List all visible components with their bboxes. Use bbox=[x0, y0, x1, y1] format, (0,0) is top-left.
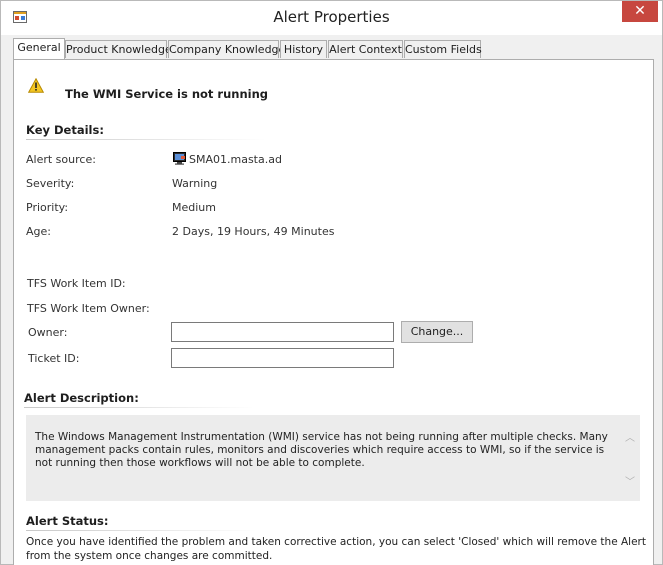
age-value: 2 Days, 19 Hours, 49 Minutes bbox=[172, 225, 335, 238]
severity-value: Warning bbox=[172, 177, 218, 190]
warning-icon bbox=[28, 78, 44, 93]
scroll-down-icon[interactable]: ﹀ bbox=[624, 473, 636, 488]
alert-status-text: Once you have identified the problem and… bbox=[26, 536, 646, 562]
age-label: Age: bbox=[26, 225, 51, 238]
tab-product-knowledge[interactable]: Product Knowledge bbox=[65, 40, 172, 58]
key-details-heading: Key Details: bbox=[26, 123, 104, 137]
alert-description-text: The Windows Management Instrumentation (… bbox=[35, 431, 608, 469]
tab-alert-context[interactable]: Alert Context bbox=[328, 40, 403, 58]
alert-description-box[interactable]: The Windows Management Instrumentation (… bbox=[26, 415, 640, 501]
priority-label: Priority: bbox=[26, 201, 69, 214]
section-divider bbox=[24, 407, 254, 408]
close-button[interactable]: ✕ bbox=[622, 1, 658, 22]
computer-icon bbox=[173, 152, 186, 165]
close-icon: ✕ bbox=[634, 3, 646, 19]
tfs-work-item-owner-label: TFS Work Item Owner: bbox=[27, 302, 150, 315]
alert-title: The WMI Service is not running bbox=[65, 87, 269, 101]
window-title: Alert Properties bbox=[273, 8, 390, 26]
severity-label: Severity: bbox=[26, 177, 75, 190]
owner-input[interactable] bbox=[171, 322, 394, 342]
change-owner-button[interactable]: Change... bbox=[401, 321, 473, 343]
section-divider bbox=[26, 139, 266, 140]
alert-source-label: Alert source: bbox=[26, 153, 96, 166]
alert-status-heading: Alert Status: bbox=[26, 514, 109, 528]
alert-source-value: SMA01.masta.ad bbox=[189, 153, 282, 166]
tab-custom-fields[interactable]: Custom Fields bbox=[404, 40, 482, 58]
title-bar[interactable]: Alert Properties ✕ bbox=[1, 1, 662, 35]
scroll-up-icon[interactable]: ︿ bbox=[624, 429, 636, 444]
priority-value: Medium bbox=[172, 201, 216, 214]
owner-label: Owner: bbox=[28, 326, 68, 339]
alert-description-heading: Alert Description: bbox=[24, 391, 139, 405]
tab-general[interactable]: General bbox=[13, 38, 65, 59]
tfs-work-item-id-label: TFS Work Item ID: bbox=[27, 277, 126, 290]
tab-company-knowledge[interactable]: Company Knowledge bbox=[168, 40, 285, 58]
alert-properties-window: Alert Properties ✕ General Product Knowl… bbox=[0, 0, 663, 565]
general-tab-panel: The WMI Service is not running Key Detai… bbox=[13, 59, 654, 565]
ticket-id-input[interactable] bbox=[171, 348, 394, 368]
tab-history[interactable]: History bbox=[280, 40, 327, 58]
ticket-id-label: Ticket ID: bbox=[28, 352, 80, 365]
section-divider bbox=[26, 530, 256, 531]
